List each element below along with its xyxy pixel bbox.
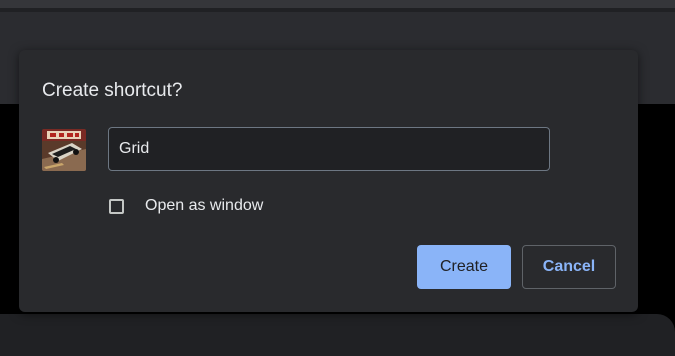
shortcut-name-input[interactable] — [108, 127, 550, 171]
browser-tab-strip — [0, 0, 675, 8]
background-panel — [0, 314, 675, 356]
open-as-window-option[interactable]: Open as window — [109, 195, 263, 217]
dialog-title: Create shortcut? — [42, 80, 183, 101]
create-shortcut-dialog: Create shortcut? Open as window Create C… — [19, 50, 638, 312]
create-button[interactable]: Create — [417, 245, 511, 289]
grid-game-icon — [42, 129, 86, 171]
open-as-window-label: Open as window — [145, 197, 264, 214]
cancel-button[interactable]: Cancel — [522, 245, 616, 289]
open-as-window-checkbox[interactable] — [109, 198, 124, 214]
